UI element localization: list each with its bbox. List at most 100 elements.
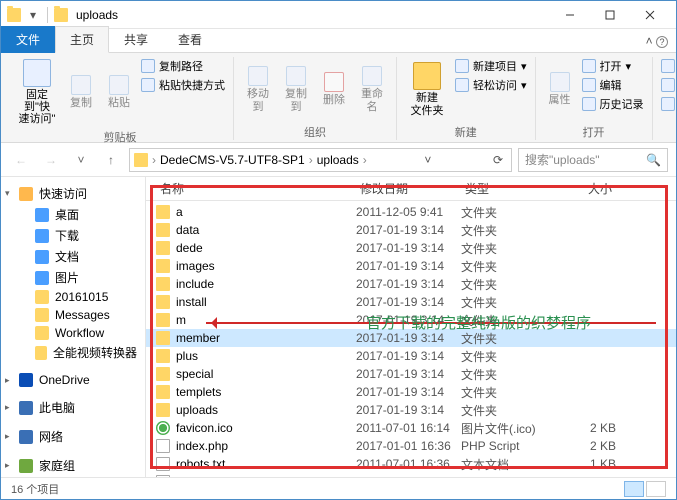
sidebar-folder-workflow[interactable]: Workflow bbox=[1, 324, 145, 342]
breadcrumb-seg[interactable]: DedeCMS-V5.7-UTF8-SP1 bbox=[160, 153, 305, 167]
file-row[interactable]: robots.txt2011-07-01 16:36文本文档1 KB bbox=[146, 455, 676, 473]
sidebar-onedrive[interactable]: ▸OneDrive bbox=[1, 371, 145, 389]
view-details-button[interactable] bbox=[624, 481, 644, 497]
nav-back-button[interactable]: ← bbox=[9, 148, 33, 172]
move-to-button[interactable]: 移动到 bbox=[240, 57, 276, 122]
file-row[interactable]: favicon.ico2011-07-01 16:14图片文件(.ico)2 K… bbox=[146, 419, 676, 437]
tab-file[interactable]: 文件 bbox=[1, 26, 55, 53]
ribbon-group-select: 全部选择 全部取消 反向选择 选择 bbox=[653, 57, 677, 140]
tab-share[interactable]: 共享 bbox=[109, 26, 163, 53]
new-folder-button[interactable]: 新建 文件夹 bbox=[403, 57, 451, 122]
file-row[interactable]: a2011-12-05 9:41文件夹 bbox=[146, 203, 676, 221]
folder-icon bbox=[156, 205, 170, 219]
chevron-right-icon[interactable]: ▸ bbox=[5, 402, 10, 413]
dropdown-button[interactable]: ˅ bbox=[420, 153, 435, 167]
file-name: include bbox=[176, 277, 356, 291]
tab-home[interactable]: 主页 bbox=[55, 26, 109, 53]
chevron-right-icon[interactable]: › bbox=[363, 153, 367, 167]
search-input[interactable]: 搜索"uploads" 🔍 bbox=[518, 148, 668, 172]
status-bar: 16 个项目 bbox=[1, 477, 676, 499]
edit-button[interactable]: 编辑 bbox=[580, 76, 646, 94]
folder-icon bbox=[156, 313, 170, 327]
file-row[interactable]: m2017-01-19 3:14文件夹 bbox=[146, 311, 676, 329]
new-item-button[interactable]: 新建项目 ▾ bbox=[453, 57, 529, 75]
chevron-down-icon[interactable]: ▾ bbox=[5, 188, 10, 199]
refresh-button[interactable]: ⟳ bbox=[489, 153, 507, 167]
copy-button[interactable]: 复制 bbox=[63, 57, 99, 127]
file-row[interactable]: dede2017-01-19 3:14文件夹 bbox=[146, 239, 676, 257]
select-none-button[interactable]: 全部取消 bbox=[659, 76, 677, 94]
sidebar-homegroup[interactable]: ▸家庭组 bbox=[1, 455, 145, 476]
copy-path-button[interactable]: 复制路径 bbox=[139, 57, 227, 75]
close-button[interactable] bbox=[630, 1, 670, 29]
history-button[interactable]: 历史记录 bbox=[580, 95, 646, 113]
select-none-icon bbox=[661, 78, 675, 92]
sidebar-quick-access[interactable]: ▾快速访问 bbox=[1, 183, 145, 204]
file-row[interactable]: tags.php2011-07-01 16:36PHP Script1 KB bbox=[146, 473, 676, 477]
sidebar-documents[interactable]: 文档 bbox=[1, 246, 145, 267]
sidebar-network[interactable]: ▸网络 bbox=[1, 426, 145, 447]
easy-access-button[interactable]: 轻松访问 ▾ bbox=[453, 76, 529, 94]
maximize-button[interactable] bbox=[590, 1, 630, 29]
sidebar-downloads[interactable]: 下载 bbox=[1, 225, 145, 246]
file-row[interactable]: special2017-01-19 3:14文件夹 bbox=[146, 365, 676, 383]
file-row[interactable]: include2017-01-19 3:14文件夹 bbox=[146, 275, 676, 293]
delete-button[interactable]: 删除 bbox=[316, 57, 352, 122]
col-date[interactable]: 修改日期 bbox=[356, 180, 461, 197]
breadcrumb-seg[interactable]: uploads bbox=[317, 153, 359, 167]
sidebar-folder-20161015[interactable]: 20161015 bbox=[1, 288, 145, 306]
sidebar-pictures[interactable]: 图片 bbox=[1, 267, 145, 288]
ribbon-collapse-button[interactable]: ˄ ? bbox=[638, 30, 676, 52]
file-row[interactable]: plus2017-01-19 3:14文件夹 bbox=[146, 347, 676, 365]
file-name: templets bbox=[176, 385, 356, 399]
open-button[interactable]: 打开 ▾ bbox=[580, 57, 646, 75]
shortcut-icon bbox=[141, 78, 155, 92]
file-name: m bbox=[176, 313, 356, 327]
file-row[interactable]: install2017-01-19 3:14文件夹 bbox=[146, 293, 676, 311]
rename-button[interactable]: 重命名 bbox=[354, 57, 390, 122]
file-name: tags.php bbox=[176, 475, 356, 477]
file-row[interactable]: index.php2017-01-01 16:36PHP Script2 KB bbox=[146, 437, 676, 455]
file-row[interactable]: images2017-01-19 3:14文件夹 bbox=[146, 257, 676, 275]
chevron-right-icon[interactable]: › bbox=[152, 153, 156, 167]
col-type[interactable]: 类型 bbox=[461, 180, 556, 197]
item-count: 16 个项目 bbox=[11, 481, 59, 497]
paste-shortcut-button[interactable]: 粘贴快捷方式 bbox=[139, 76, 227, 94]
invert-select-button[interactable]: 反向选择 bbox=[659, 95, 677, 113]
nav-recent-button[interactable]: ˅ bbox=[69, 148, 93, 172]
sidebar-folder-messages[interactable]: Messages bbox=[1, 306, 145, 324]
sidebar-thispc[interactable]: ▸此电脑 bbox=[1, 397, 145, 418]
file-size: 1 KB bbox=[556, 475, 616, 477]
group-label: 新建 bbox=[455, 124, 477, 140]
qat-save-icon[interactable]: ▾ bbox=[25, 7, 41, 23]
titlebar: ▾ uploads bbox=[1, 1, 676, 29]
file-type: 文件夹 bbox=[461, 276, 556, 293]
properties-button[interactable]: 属性 bbox=[542, 57, 578, 122]
col-name[interactable]: 名称 bbox=[156, 180, 356, 197]
chevron-right-icon[interactable]: ▸ bbox=[5, 375, 10, 386]
sidebar-folder-videoconv[interactable]: 全能视频转换器 bbox=[1, 342, 145, 363]
paste-button[interactable]: 粘贴 bbox=[101, 57, 137, 127]
pin-quickaccess-button[interactable]: 固定到"快 速访问" bbox=[13, 57, 61, 127]
view-icons-button[interactable] bbox=[646, 481, 666, 497]
ribbon-group-organize: 移动到 复制到 删除 重命名 组织 bbox=[234, 57, 397, 140]
col-size[interactable]: 大小 bbox=[556, 180, 616, 197]
file-name: images bbox=[176, 259, 356, 273]
file-row[interactable]: templets2017-01-19 3:14文件夹 bbox=[146, 383, 676, 401]
file-row[interactable]: data2017-01-19 3:14文件夹 bbox=[146, 221, 676, 239]
copy-to-button[interactable]: 复制到 bbox=[278, 57, 314, 122]
file-date: 2017-01-19 3:14 bbox=[356, 313, 461, 327]
nav-forward-button[interactable]: → bbox=[39, 148, 63, 172]
sidebar-desktop[interactable]: 桌面 bbox=[1, 204, 145, 225]
chevron-right-icon[interactable]: › bbox=[309, 153, 313, 167]
chevron-right-icon[interactable]: ▸ bbox=[5, 431, 10, 442]
tab-view[interactable]: 查看 bbox=[163, 26, 217, 53]
file-row[interactable]: member2017-01-19 3:14文件夹 bbox=[146, 329, 676, 347]
nav-up-button[interactable]: ↑ bbox=[99, 148, 123, 172]
minimize-button[interactable] bbox=[550, 1, 590, 29]
file-row[interactable]: uploads2017-01-19 3:14文件夹 bbox=[146, 401, 676, 419]
select-all-button[interactable]: 全部选择 bbox=[659, 57, 677, 75]
chevron-right-icon[interactable]: ▸ bbox=[5, 460, 10, 471]
breadcrumb[interactable]: › DedeCMS-V5.7-UTF8-SP1 › uploads › ˅ ⟳ bbox=[129, 148, 512, 172]
folder-icon bbox=[54, 8, 68, 22]
